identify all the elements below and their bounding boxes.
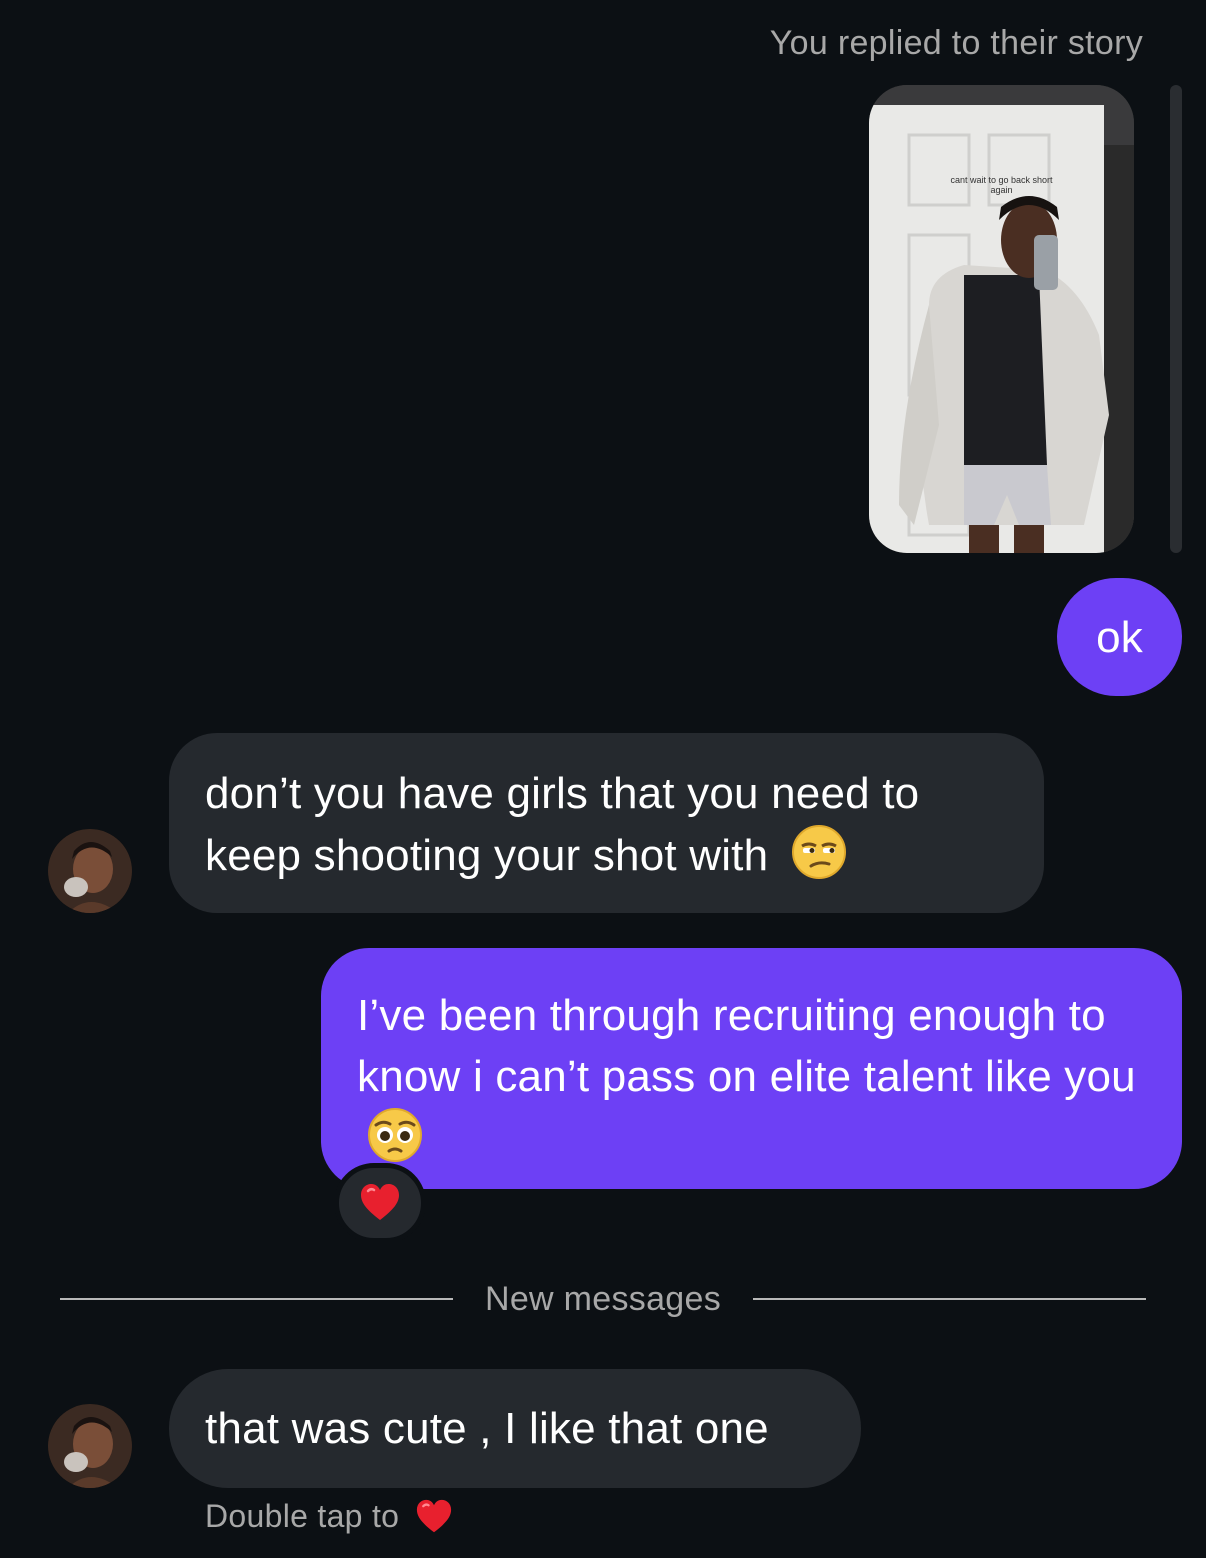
story-overlay-line2: again <box>990 185 1013 195</box>
divider-line-right <box>753 1298 1146 1300</box>
avatar-image <box>48 829 132 913</box>
story-overlay-text: cant wait to go back short again <box>869 175 1134 195</box>
sent-message-bubble[interactable]: I’ve been through recruiting enough to k… <box>321 948 1182 1189</box>
received-message-bubble[interactable]: that was cute , I like that one <box>169 1369 861 1488</box>
sender-avatar[interactable] <box>48 829 132 913</box>
avatar-image <box>48 1404 132 1488</box>
story-reply-caption: You replied to their story <box>769 24 1143 62</box>
sender-avatar[interactable] <box>48 1404 132 1488</box>
story-overlay-line1: cant wait to go back short <box>950 175 1053 185</box>
pleading-face-icon <box>368 1108 422 1162</box>
double-tap-hint[interactable]: Double tap to <box>205 1498 453 1535</box>
story-image <box>869 85 1134 553</box>
new-messages-divider: New messages <box>60 1275 1146 1323</box>
red-heart-icon <box>417 1499 452 1532</box>
story-thumbnail[interactable]: cant wait to go back short again <box>869 85 1134 553</box>
scrollbar[interactable] <box>1170 85 1182 553</box>
message-text: ok <box>1096 612 1143 662</box>
divider-line-left <box>60 1298 453 1300</box>
message-text: that was cute , I like that one <box>205 1404 769 1453</box>
sent-message-bubble[interactable]: ok <box>1057 578 1182 696</box>
received-message-bubble[interactable]: don’t you have girls that you need to ke… <box>169 733 1044 913</box>
unamused-face-icon <box>791 825 846 879</box>
double-tap-label: Double tap to <box>205 1498 400 1534</box>
dm-thread: You replied to their story cant wait to … <box>0 0 1206 1558</box>
red-heart-icon <box>361 1184 399 1220</box>
new-messages-label: New messages <box>484 1279 722 1318</box>
message-text: I’ve been through recruiting enough to k… <box>357 991 1136 1101</box>
message-reaction[interactable] <box>334 1163 426 1243</box>
